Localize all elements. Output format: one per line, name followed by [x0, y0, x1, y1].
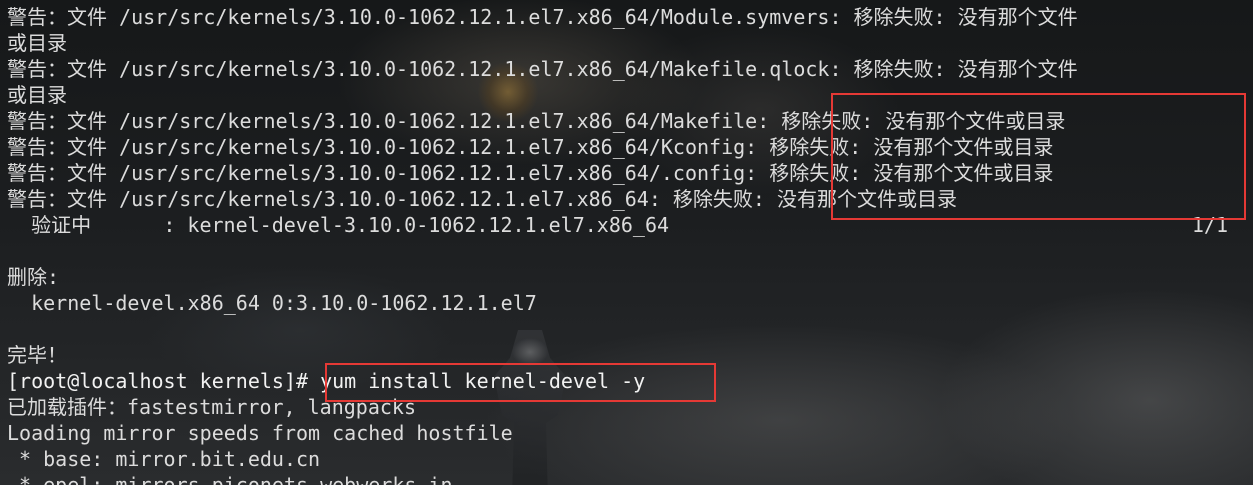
terminal-line-complete: 完毕！: [7, 343, 67, 367]
annotation-box-errors: [831, 93, 1246, 220]
annotation-box-command: [325, 363, 716, 402]
terminal-line-verifying: 验证中 : kernel-devel-3.10.0-1062.12.1.el7.…: [7, 213, 670, 237]
terminal-line: 或目录: [7, 31, 67, 55]
terminal-line: Loading mirror speeds from cached hostfi…: [7, 421, 513, 445]
terminal-line: 警告：文件 /usr/src/kernels/3.10.0-1062.12.1.…: [7, 5, 1078, 29]
terminal-window[interactable]: 警告：文件 /usr/src/kernels/3.10.0-1062.12.1.…: [0, 0, 1253, 485]
terminal-line: 警告：文件 /usr/src/kernels/3.10.0-1062.12.1.…: [7, 187, 958, 211]
terminal-line: * base: mirror.bit.edu.cn: [7, 447, 321, 471]
terminal-line: * epel: mirrors.piconets.webwerks.in: [7, 473, 453, 485]
terminal-line-removed-package: kernel-devel.x86_64 0:3.10.0-1062.12.1.e…: [7, 291, 537, 315]
terminal-line: 或目录: [7, 83, 67, 107]
terminal-line-removed-header: 删除:: [7, 265, 60, 289]
terminal-line: 警告：文件 /usr/src/kernels/3.10.0-1062.12.1.…: [7, 57, 1078, 81]
